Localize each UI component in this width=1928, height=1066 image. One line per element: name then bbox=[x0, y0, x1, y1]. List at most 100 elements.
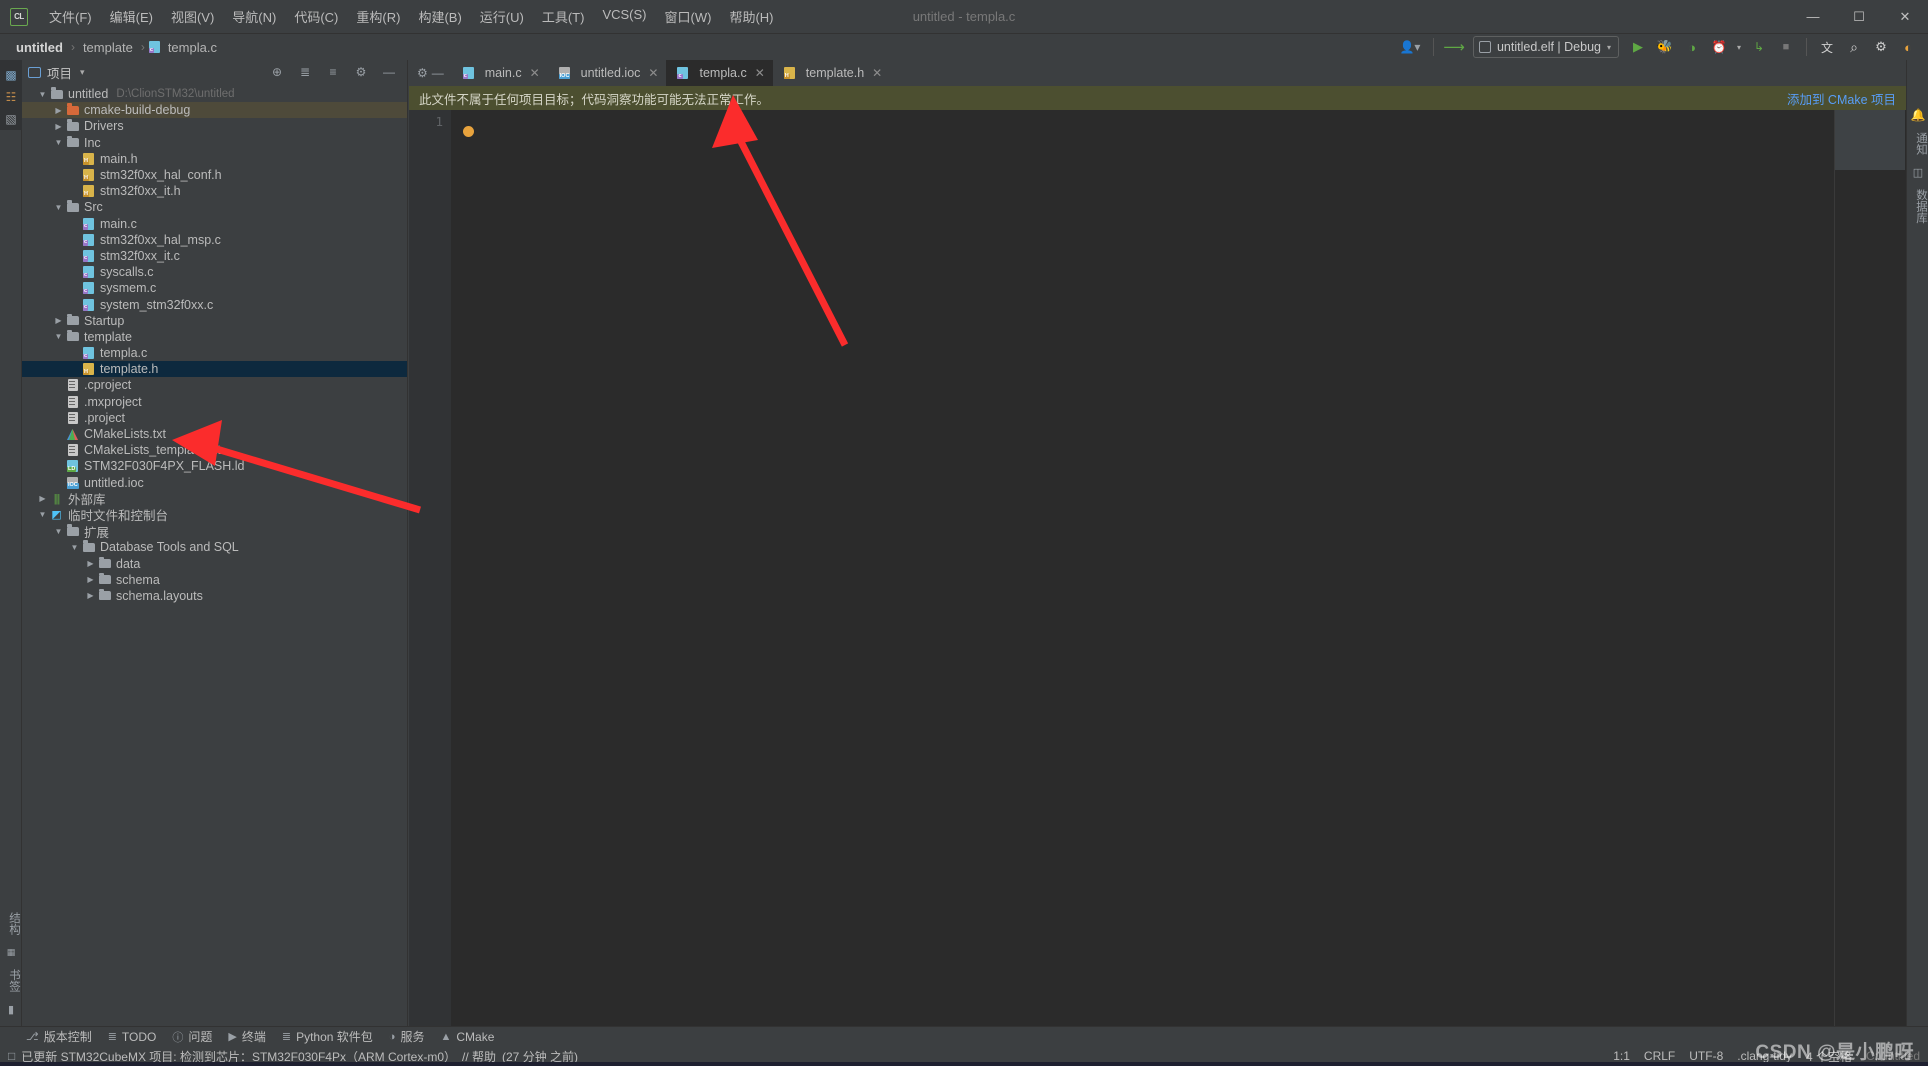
notifications-bell-icon[interactable]: 🔔 bbox=[1907, 104, 1928, 126]
tree-node-cmake-build-debug[interactable]: ▶ cmake-build-debug bbox=[22, 102, 407, 119]
tree-node--mxproject[interactable]: · .mxproject bbox=[22, 394, 407, 410]
chevron-down-icon[interactable]: ▼ bbox=[36, 510, 49, 519]
tree-node-stm32f0xx-it-c[interactable]: ·c stm32f0xx_it.c bbox=[22, 248, 407, 264]
left-vtab-structure[interactable]: 结构 bbox=[0, 906, 22, 941]
close-icon[interactable]: ✕ bbox=[648, 66, 658, 80]
breadcrumb-item-0[interactable]: untitled bbox=[12, 39, 67, 56]
build-hammer-icon[interactable]: ⟶ bbox=[1442, 36, 1466, 58]
chevron-right-icon[interactable]: ▶ bbox=[52, 316, 65, 325]
close-button[interactable]: ✕ bbox=[1882, 0, 1928, 34]
chevron-right-icon[interactable]: ▶ bbox=[84, 559, 97, 568]
tree-node-untitled[interactable]: ▼ untitled D:\ClionSTM32\untitled bbox=[22, 86, 407, 102]
bottom-tab-cmake[interactable]: ▲ CMake bbox=[440, 1030, 494, 1044]
menu-item-10[interactable]: 窗口(W) bbox=[656, 3, 721, 30]
intention-bulb-icon[interactable] bbox=[463, 126, 474, 137]
tree-node-stm32f0xx-hal-msp-c[interactable]: ·c stm32f0xx_hal_msp.c bbox=[22, 232, 407, 248]
chevron-right-icon[interactable]: ▶ bbox=[52, 106, 65, 115]
editor-tab-main-c[interactable]: c main.c ✕ bbox=[452, 60, 548, 86]
commit-icon[interactable]: ☷ bbox=[0, 86, 22, 108]
chevron-right-icon[interactable]: ▶ bbox=[84, 591, 97, 600]
tree-node-main-c[interactable]: ·c main.c bbox=[22, 216, 407, 232]
hide-panel-icon[interactable]: — bbox=[432, 66, 444, 80]
run-with-coverage-icon[interactable]: ◑ bbox=[1680, 36, 1704, 58]
tree-node---------[interactable]: ▼ ◩ 临时文件和控制台 bbox=[22, 507, 407, 523]
menu-item-8[interactable]: 工具(T) bbox=[533, 3, 594, 30]
bottom-tab-----[interactable]: ⎇ 版本控制 bbox=[26, 1028, 92, 1045]
settings-gear-icon[interactable]: ⚙ bbox=[417, 66, 428, 80]
search-everywhere-icon[interactable]: ⌕ bbox=[1842, 36, 1866, 58]
chevron-down-icon[interactable]: ▾ bbox=[80, 67, 85, 78]
menu-item-6[interactable]: 构建(B) bbox=[409, 3, 470, 30]
tree-node-drivers[interactable]: ▶ Drivers bbox=[22, 118, 407, 134]
tree-node-stm32f030f4px-flash-ld[interactable]: ·LD STM32F030F4PX_FLASH.ld bbox=[22, 458, 407, 474]
bottom-tab-todo[interactable]: ≣ TODO bbox=[108, 1030, 157, 1044]
tree-node-database-tools-and-sql[interactable]: ▼ Database Tools and SQL bbox=[22, 539, 407, 555]
collapse-all-icon[interactable]: ≣ bbox=[293, 61, 317, 83]
chevron-down-icon[interactable]: ▼ bbox=[68, 543, 81, 552]
panel-settings-icon[interactable]: ⚙ bbox=[349, 61, 373, 83]
minimize-button[interactable]: — bbox=[1790, 0, 1836, 34]
bottom-tab-python----[interactable]: ≣ Python 软件包 bbox=[282, 1028, 373, 1045]
maximize-button[interactable]: ☐ bbox=[1836, 0, 1882, 34]
breadcrumb-item-2[interactable]: templa.c bbox=[164, 39, 221, 56]
tree-node---[interactable]: ▼ 扩展 bbox=[22, 523, 407, 540]
tree-node----[interactable]: ▶ ||| 外部库 bbox=[22, 491, 407, 508]
run-configuration-selector[interactable]: untitled.elf | Debug ▾ bbox=[1472, 36, 1619, 58]
debug-icon[interactable]: 🐝 bbox=[1653, 36, 1677, 58]
right-vtab-notifications[interactable]: 通知 bbox=[1907, 126, 1928, 161]
tree-node-templa-c[interactable]: ·c templa.c bbox=[22, 345, 407, 361]
chevron-down-icon[interactable]: ▾ bbox=[1734, 36, 1744, 58]
hide-panel-icon[interactable]: — bbox=[377, 61, 401, 83]
tree-node-syscalls-c[interactable]: ·c syscalls.c bbox=[22, 264, 407, 280]
chevron-right-icon[interactable]: ▶ bbox=[52, 122, 65, 131]
attach-process-icon[interactable]: ↳ bbox=[1747, 36, 1771, 58]
profile-icon[interactable]: ⏰ bbox=[1707, 36, 1731, 58]
user-avatar-icon[interactable]: 👤▾ bbox=[1395, 36, 1425, 58]
run-icon[interactable]: ▶ bbox=[1626, 36, 1650, 58]
tree-node-schema-layouts[interactable]: ▶ schema.layouts bbox=[22, 588, 407, 604]
tree-node-cmakelists-txt[interactable]: · CMakeLists.txt bbox=[22, 426, 407, 442]
editor-tab-templa-c[interactable]: c templa.c ✕ bbox=[666, 60, 773, 86]
breadcrumb-item-1[interactable]: template bbox=[79, 39, 137, 56]
close-icon[interactable]: ✕ bbox=[530, 66, 540, 80]
menu-item-1[interactable]: 编辑(E) bbox=[101, 3, 162, 30]
file-encoding[interactable]: UTF-8 bbox=[1689, 1049, 1723, 1063]
tree-node--project[interactable]: · .project bbox=[22, 410, 407, 426]
chevron-right-icon[interactable]: ▶ bbox=[84, 575, 97, 584]
editor-tab-untitled-ioc[interactable]: IOC untitled.ioc ✕ bbox=[548, 60, 667, 86]
menu-item-9[interactable]: VCS(S) bbox=[593, 3, 655, 30]
toolchain-label[interactable]: C: untitled bbox=[1866, 1049, 1920, 1063]
tree-node-schema[interactable]: ▶ schema bbox=[22, 572, 407, 588]
bottom-tab---[interactable]: ▶ 终端 bbox=[228, 1028, 265, 1045]
tree-node-template[interactable]: ▼ template bbox=[22, 329, 407, 345]
chevron-down-icon[interactable]: ▼ bbox=[52, 203, 65, 212]
tree-node--cproject[interactable]: · .cproject bbox=[22, 377, 407, 393]
chevron-down-icon[interactable]: ▼ bbox=[36, 90, 49, 99]
bottom-tab---[interactable]: ⓘ 问题 bbox=[172, 1028, 212, 1045]
settings-gear-icon[interactable]: ⚙ bbox=[1869, 36, 1893, 58]
editor-minimap[interactable] bbox=[1834, 110, 1906, 1026]
tree-node-template-h[interactable]: ·Htemplate.h bbox=[22, 361, 407, 378]
code-content[interactable]: ⊘ ✓ bbox=[451, 110, 1906, 1026]
add-to-cmake-link[interactable]: 添加到 CMake 项目 bbox=[1787, 89, 1896, 108]
menu-item-4[interactable]: 代码(C) bbox=[285, 3, 347, 30]
menu-item-7[interactable]: 运行(U) bbox=[471, 3, 533, 30]
chevron-down-icon[interactable]: ▼ bbox=[52, 138, 65, 147]
tree-node-cmakelists-template-txt[interactable]: · CMakeLists_template.txt bbox=[22, 442, 407, 458]
tree-node-inc[interactable]: ▼ Inc bbox=[22, 135, 407, 151]
tree-node-data[interactable]: ▶ data bbox=[22, 555, 407, 571]
menu-item-0[interactable]: 文件(F) bbox=[40, 3, 101, 30]
menu-item-2[interactable]: 视图(V) bbox=[162, 3, 223, 30]
right-vtab-database[interactable]: 数据库 bbox=[1907, 183, 1928, 230]
menu-item-5[interactable]: 重构(R) bbox=[347, 3, 409, 30]
code-editor[interactable]: 1 ⊘ ✓ bbox=[409, 110, 1906, 1026]
menu-item-3[interactable]: 导航(N) bbox=[223, 3, 285, 30]
close-icon[interactable]: ✕ bbox=[755, 66, 765, 80]
translate-icon[interactable]: 文 bbox=[1815, 36, 1839, 58]
select-opened-file-icon[interactable]: ⊕ bbox=[265, 61, 289, 83]
tree-node-src[interactable]: ▼ Src bbox=[22, 199, 407, 215]
clang-tidy-status[interactable]: .clang-tidy bbox=[1737, 1049, 1792, 1063]
tree-node-sysmem-c[interactable]: ·c sysmem.c bbox=[22, 280, 407, 296]
ide-feature-icon[interactable]: ◐ bbox=[1896, 36, 1920, 58]
caret-position[interactable]: 1:1 bbox=[1613, 1049, 1630, 1063]
